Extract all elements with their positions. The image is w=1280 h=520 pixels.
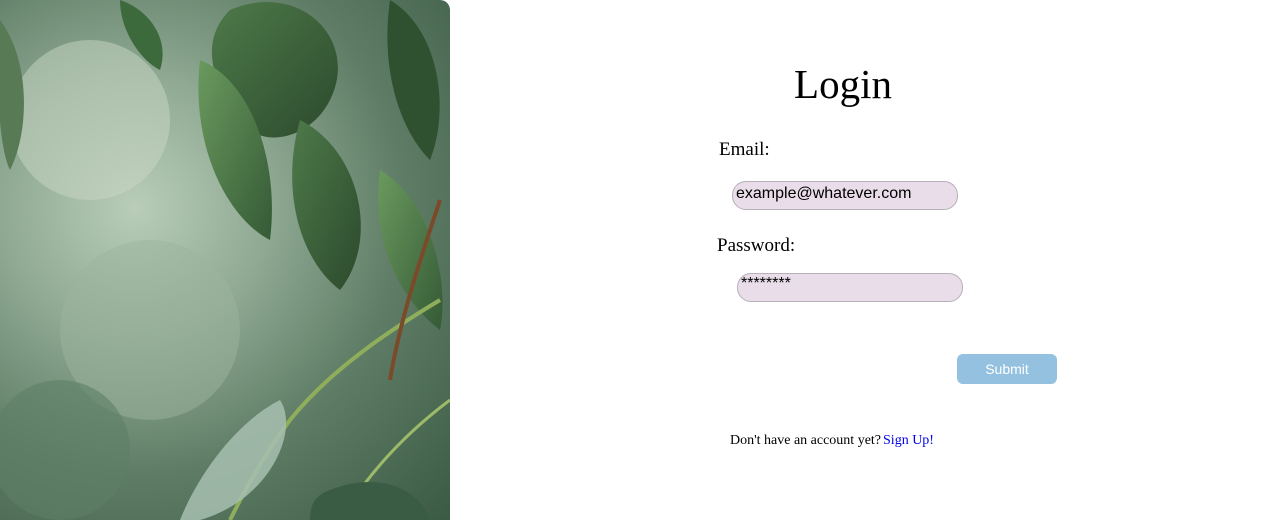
signup-link[interactable]: Sign Up! (883, 433, 934, 448)
leaves-illustration (0, 0, 450, 520)
email-label: Email: (719, 139, 770, 160)
leaves-photo (0, 0, 450, 520)
submit-button[interactable]: Submit (957, 354, 1057, 384)
password-field[interactable]: ******** (737, 273, 963, 302)
signup-prompt-text: Don't have an account yet? (730, 433, 882, 448)
email-field[interactable]: example@whatever.com (732, 181, 958, 210)
password-label: Password: (717, 235, 796, 256)
signup-prompt-row: Don't have an account yet? Sign Up! (730, 433, 934, 449)
page-title: Login (794, 61, 892, 107)
